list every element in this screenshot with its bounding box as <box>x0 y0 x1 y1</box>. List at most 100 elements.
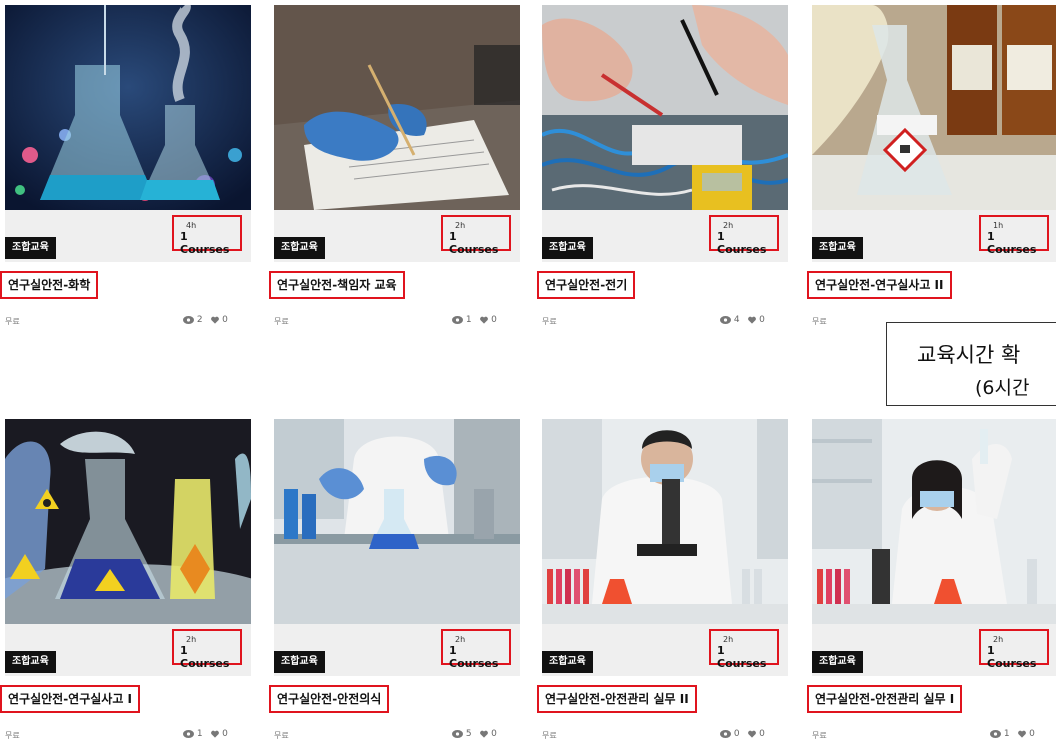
sulfuric-acid-flask-image <box>812 5 1056 210</box>
course-price: 무료 <box>274 317 289 326</box>
eye-icon <box>452 729 463 738</box>
course-thumbnail[interactable] <box>542 419 788 624</box>
researcher-woman-image <box>812 419 1056 624</box>
writing-glove-image <box>274 5 520 210</box>
course-stats: 1 0 <box>452 315 497 325</box>
course-price: 무료 <box>542 731 557 740</box>
course-stats: 5 0 <box>452 729 497 739</box>
duration-box: 2h 1 Courses <box>709 215 779 256</box>
annotation-line-2: (6시간 <box>975 377 1030 399</box>
course-meta: 조합교육 2h 1 Courses <box>274 624 520 676</box>
duration-box: 2h 1 Courses <box>441 629 511 670</box>
heart-icon[interactable] <box>1018 730 1027 738</box>
annotation-line-1: 교육시간 확 <box>917 343 1021 367</box>
eye-icon <box>720 315 731 324</box>
course-price: 무료 <box>5 317 20 326</box>
course-hours: 2h <box>455 221 466 230</box>
course-thumbnail[interactable] <box>812 419 1056 624</box>
course-stats: 1 0 <box>183 729 228 739</box>
course-price: 무료 <box>5 731 20 740</box>
course-meta: 조합교육 2h 1 Courses <box>274 210 520 262</box>
duration-box: 2h 1 Courses <box>709 629 779 670</box>
heart-icon[interactable] <box>748 316 757 324</box>
course-meta: 조합교육 2h 1 Courses <box>812 624 1056 676</box>
category-badge[interactable]: 조합교육 <box>812 651 863 673</box>
course-hours: 2h <box>455 635 466 644</box>
eye-icon <box>452 315 463 324</box>
heart-icon[interactable] <box>480 316 489 324</box>
electric-wiring-image <box>542 5 788 210</box>
course-stats: 0 0 <box>720 729 765 739</box>
heart-icon[interactable] <box>748 730 757 738</box>
course-thumbnail[interactable] <box>812 5 1056 210</box>
course-count: 1 Courses <box>717 644 767 670</box>
course-count: 1 Courses <box>449 644 499 670</box>
heart-icon[interactable] <box>480 730 489 738</box>
course-count: 1 Courses <box>180 644 230 670</box>
course-count: 1 Courses <box>717 230 767 256</box>
view-count: 1 <box>1003 729 1010 739</box>
course-meta: 조합교육 2h 1 Courses <box>542 210 788 262</box>
like-count: 0 <box>222 315 228 325</box>
like-count: 0 <box>1029 729 1035 739</box>
like-count: 0 <box>222 729 228 739</box>
course-count: 1 Courses <box>987 644 1037 670</box>
course-title[interactable]: 연구실안전-안전관리 실무 II <box>537 685 697 713</box>
course-thumbnail[interactable] <box>274 419 520 624</box>
like-count: 0 <box>491 729 497 739</box>
course-meta: 조합교육 4h 1 Courses <box>5 210 251 262</box>
course-title[interactable]: 연구실안전-연구실사고 I <box>0 685 141 713</box>
course-hours: 4h <box>186 221 197 230</box>
course-meta: 조합교육 2h 1 Courses <box>542 624 788 676</box>
like-count: 0 <box>491 315 497 325</box>
category-badge[interactable]: 조합교육 <box>542 237 593 259</box>
course-count: 1 Courses <box>180 230 230 256</box>
course-stats: 4 0 <box>720 315 765 325</box>
view-count: 1 <box>196 729 203 739</box>
course-title[interactable]: 연구실안전-전기 <box>537 271 636 299</box>
annotation-callout: 교육시간 확 (6시간 <box>886 322 1056 406</box>
course-title[interactable]: 연구실안전-책임자 교육 <box>269 271 405 299</box>
view-count: 5 <box>465 729 472 739</box>
course-price: 무료 <box>542 317 557 326</box>
course-thumbnail[interactable] <box>542 5 788 210</box>
view-count: 4 <box>733 315 740 325</box>
course-hours: 1h <box>993 221 1004 230</box>
heart-icon[interactable] <box>211 316 220 324</box>
category-badge[interactable]: 조합교육 <box>5 651 56 673</box>
course-title[interactable]: 연구실안전-안전관리 실무 I <box>807 685 963 713</box>
course-hours: 2h <box>993 635 1004 644</box>
eye-icon <box>183 315 194 324</box>
course-hours: 2h <box>723 635 734 644</box>
course-title[interactable]: 연구실안전-연구실사고 II <box>807 271 952 299</box>
course-price: 무료 <box>274 731 289 740</box>
view-count: 1 <box>465 315 472 325</box>
chemistry-flask-image <box>5 5 251 210</box>
like-count: 0 <box>759 729 765 739</box>
course-thumbnail[interactable] <box>5 5 251 210</box>
category-badge[interactable]: 조합교육 <box>812 237 863 259</box>
course-price: 무료 <box>812 317 827 326</box>
duration-box: 2h 1 Courses <box>172 629 242 670</box>
course-count: 1 Courses <box>987 230 1037 256</box>
category-badge[interactable]: 조합교육 <box>542 651 593 673</box>
course-title[interactable]: 연구실안전-안전의식 <box>269 685 390 713</box>
course-count: 1 Courses <box>449 230 499 256</box>
category-badge[interactable]: 조합교육 <box>274 651 325 673</box>
duration-box: 4h 1 Courses <box>172 215 242 256</box>
eye-icon <box>183 729 194 738</box>
view-count: 0 <box>733 729 740 739</box>
course-hours: 2h <box>186 635 197 644</box>
heart-icon[interactable] <box>211 730 220 738</box>
course-thumbnail[interactable] <box>5 419 251 624</box>
course-stats: 2 0 <box>183 315 228 325</box>
scientist-microscope-image <box>542 419 788 624</box>
course-title[interactable]: 연구실안전-화학 <box>0 271 99 299</box>
duration-box: 2h 1 Courses <box>979 629 1049 670</box>
course-thumbnail[interactable] <box>274 5 520 210</box>
like-count: 0 <box>759 315 765 325</box>
course-stats: 1 0 <box>990 729 1035 739</box>
category-badge[interactable]: 조합교육 <box>274 237 325 259</box>
category-badge[interactable]: 조합교육 <box>5 237 56 259</box>
hazard-flasks-image <box>5 419 251 624</box>
